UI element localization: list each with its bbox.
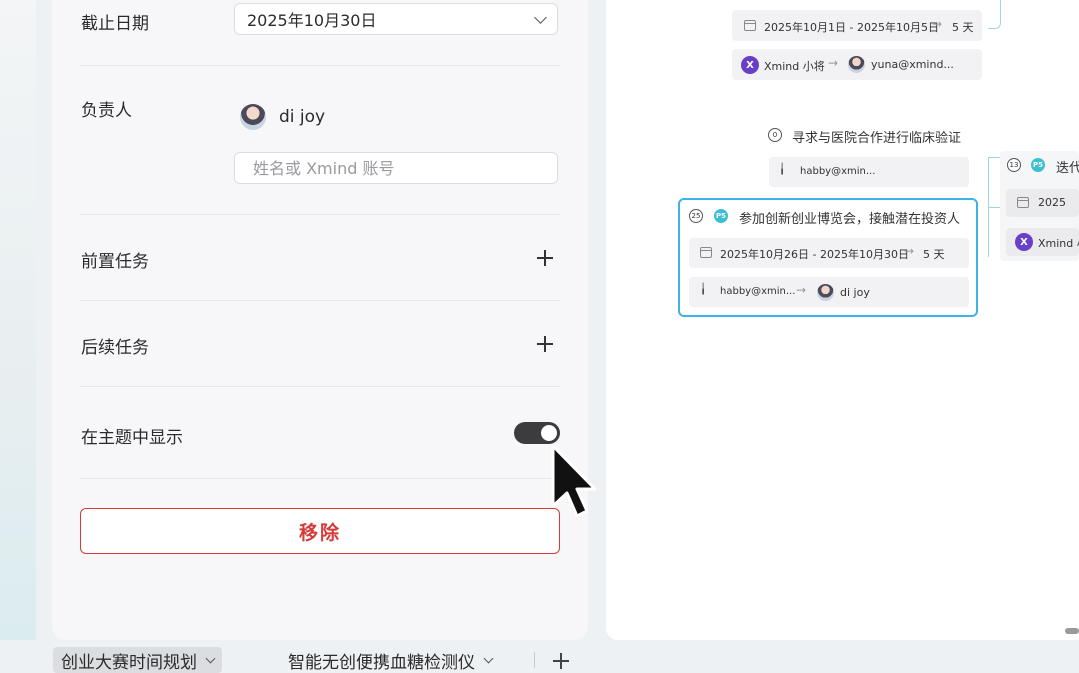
right-date: 2025 (1038, 196, 1066, 209)
calendar-icon (744, 20, 756, 31)
user-avatar: ╽ (779, 164, 786, 175)
arrow-right-icon: → (932, 17, 943, 31)
assignee-label: 负责人 (81, 101, 132, 121)
divider (80, 214, 560, 215)
progress-icon: 0 (768, 128, 782, 142)
assignee-search-input[interactable] (234, 152, 558, 184)
remove-button[interactable]: 移除 (80, 508, 560, 554)
sheet-tab-label: 智能无创便携血糖检测仪 (288, 652, 475, 673)
due-date-label: 截止日期 (81, 14, 149, 34)
middle-topic-title[interactable]: 寻求与医院合作进行临床验证 (792, 127, 961, 146)
window-edge (0, 0, 36, 668)
progress-icon: 25 (689, 209, 703, 223)
successor-label: 后续任务 (81, 338, 149, 358)
arrow-right-icon: → (796, 283, 807, 297)
selected-duration: 5 天 (923, 248, 945, 261)
calendar-icon (700, 247, 712, 258)
assignee-avatar (240, 104, 266, 130)
xmind-badge-icon: X (1015, 233, 1033, 251)
due-date-select[interactable]: 2025年10月30日 (234, 3, 558, 35)
add-sheet-button[interactable] (551, 651, 571, 671)
divider (80, 478, 560, 479)
priority-badge: P5 (1031, 158, 1045, 172)
top-duration: 5 天 (952, 21, 974, 34)
selected-date-range: 2025年10月26日 - 2025年10月30日 (720, 248, 909, 261)
connector-line (988, 157, 1000, 159)
mouse-pointer-icon (551, 444, 597, 518)
priority-badge: P5 (714, 209, 728, 223)
top-from-user: Xmind 小将 (764, 60, 825, 73)
middle-user: habby@xmin... (800, 166, 876, 177)
xmind-badge-icon: X (741, 56, 759, 74)
arrow-right-icon: → (904, 244, 915, 258)
chevron-down-icon (534, 11, 547, 24)
divider (80, 65, 560, 66)
user-avatar: ╽ (700, 284, 707, 295)
toggle-knob (541, 425, 557, 441)
sheet-tab[interactable]: 智能无创便携血糖检测仪 (280, 647, 500, 673)
divider (80, 300, 560, 301)
tab-divider (534, 652, 535, 668)
sheet-tab-label: 创业大赛时间规划 (61, 652, 197, 673)
top-to-user: yuna@xmind... (871, 58, 954, 71)
selected-topic-title: 参加创新创业博览会，接触潜在投资人 (739, 212, 961, 227)
horizontal-scrollbar[interactable] (1065, 628, 1079, 634)
right-topic-title: 迭代 (1056, 161, 1079, 176)
connector-line (988, 0, 1001, 29)
connector-line (988, 207, 1000, 209)
right-user: Xmind 小 (1038, 237, 1079, 250)
add-predecessor-button[interactable] (535, 248, 555, 268)
divider (80, 386, 560, 387)
mindmap-canvas[interactable] (606, 0, 1079, 640)
assignee-name[interactable]: di joy (279, 107, 325, 127)
selected-from-user: habby@xmin... (720, 286, 796, 297)
arrow-right-icon: → (828, 56, 839, 70)
sheet-tab-active[interactable]: 创业大赛时间规划 (53, 647, 222, 673)
calendar-icon (1017, 197, 1029, 208)
user-avatar (817, 284, 834, 301)
add-successor-button[interactable] (535, 334, 555, 354)
chevron-down-icon[interactable] (483, 653, 494, 664)
show-in-topic-label: 在主题中显示 (81, 428, 183, 448)
selected-to-user: di joy (840, 286, 870, 299)
predecessor-label: 前置任务 (81, 252, 149, 272)
due-date-value: 2025年10月30日 (247, 11, 377, 30)
user-avatar (848, 56, 865, 73)
top-date-range: 2025年10月1日 - 2025年10月5日 (764, 21, 939, 34)
chevron-down-icon[interactable] (205, 653, 216, 664)
progress-icon: 13 (1007, 158, 1021, 172)
